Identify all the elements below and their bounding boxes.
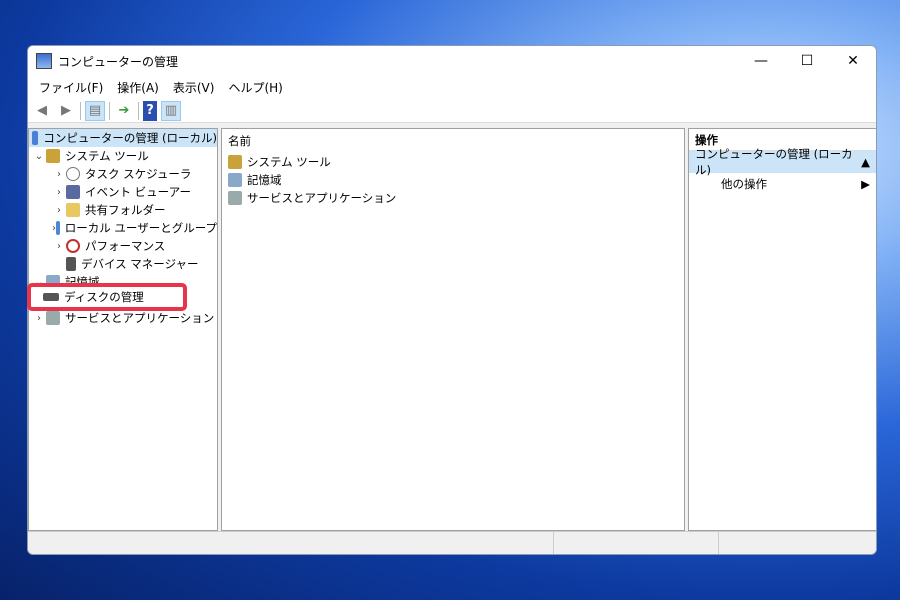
chevron-right-icon[interactable]: › (52, 187, 66, 198)
chevron-right-icon[interactable]: › (32, 313, 46, 324)
console-tree: コンピューターの管理 (ローカル) ⌄ システム ツール › タスク スケジューラ … (28, 128, 218, 531)
maximize-button[interactable]: ☐ (784, 53, 830, 69)
tools-icon (46, 149, 60, 163)
back-icon[interactable]: ◀ (32, 101, 52, 121)
storage-icon (228, 173, 242, 187)
close-button[interactable]: ✕ (830, 53, 876, 69)
item-label: システム ツール (247, 155, 331, 169)
section-label: コンピューターの管理 (ローカル) (695, 147, 853, 177)
toolbar-divider (80, 101, 81, 120)
tree-item-shared-folders[interactable]: › 共有フォルダー (29, 201, 217, 219)
users-icon (56, 221, 60, 235)
toolbar-divider (109, 101, 110, 120)
performance-icon (66, 239, 80, 253)
menu-view[interactable]: 表示(V) (166, 79, 222, 96)
list-item[interactable]: 記憶域 (222, 171, 684, 189)
chevron-down-icon[interactable]: ⌄ (32, 151, 46, 162)
clock-icon (66, 167, 80, 181)
list-item[interactable]: サービスとアプリケーション (222, 189, 684, 207)
status-bar (28, 531, 876, 554)
actions-pane: 操作 コンピューターの管理 (ローカル) ▲ 他の操作 ▶ (688, 128, 876, 531)
more-actions-label: 他の操作 (721, 177, 767, 191)
computer-icon (32, 131, 39, 145)
tree-label: サービスとアプリケーション (65, 311, 215, 325)
show-hide-action-pane-icon[interactable]: ▥ (161, 100, 181, 121)
show-hide-console-tree-icon[interactable]: ▤ (85, 100, 105, 121)
tree-label: デバイス マネージャー (81, 257, 199, 271)
tree-label: イベント ビューアー (85, 185, 192, 199)
tree-label: タスク スケジューラ (85, 167, 192, 181)
status-divider (553, 532, 554, 554)
tree-item-event-viewer[interactable]: › イベント ビューアー (29, 183, 217, 201)
tree-label: 共有フォルダー (85, 203, 166, 217)
disk-icon (43, 293, 59, 301)
tools-icon (228, 155, 242, 169)
status-divider (718, 532, 719, 554)
list-item[interactable]: システム ツール (222, 153, 684, 171)
tree-item-services[interactable]: › サービスとアプリケーション (29, 309, 217, 327)
tree-item-task-scheduler[interactable]: › タスク スケジューラ (29, 165, 217, 183)
tree-label: パフォーマンス (85, 239, 166, 253)
window-title: コンピューターの管理 (58, 54, 179, 69)
chevron-right-icon[interactable]: › (52, 241, 66, 252)
tree-item-performance[interactable]: › パフォーマンス (29, 237, 217, 255)
tree-item-device-manager[interactable]: デバイス マネージャー (29, 255, 217, 273)
help-icon[interactable]: ? (143, 100, 157, 121)
menu-action[interactable]: 操作(A) (110, 79, 166, 96)
menu-bar: ファイル(F) 操作(A) 表示(V) ヘルプ(H) (28, 76, 876, 99)
computer-management-icon (36, 53, 52, 69)
toolbar-divider (138, 101, 139, 120)
tree-label: コンピューターの管理 (ローカル) (43, 131, 217, 145)
menu-help[interactable]: ヘルプ(H) (221, 79, 289, 96)
collapse-up-icon[interactable]: ▲ (861, 155, 870, 169)
tree-item-disk-management[interactable]: ディスクの管理 (64, 289, 144, 305)
content-pane: 名前 システム ツール 記憶域 サービスとアプリケーション (221, 128, 685, 531)
tree-item-system-tools[interactable]: ⌄ システム ツール (29, 147, 217, 165)
tree-label: ローカル ユーザーとグループ (64, 221, 217, 235)
tree-item-local-users[interactable]: › ローカル ユーザーとグループ (29, 219, 217, 237)
disk-management-highlight[interactable]: ディスクの管理 (27, 283, 187, 311)
header-label: 名前 (228, 134, 251, 148)
column-header-name[interactable]: 名前 (222, 129, 684, 153)
shared-folder-icon (66, 203, 80, 217)
chevron-right-icon[interactable]: › (52, 169, 66, 180)
chevron-right-icon[interactable]: › (52, 205, 66, 216)
services-icon (46, 311, 60, 325)
export-list-icon[interactable]: ➔ (114, 101, 134, 121)
tree-item-root[interactable]: コンピューターの管理 (ローカル) (29, 129, 217, 147)
menu-file[interactable]: ファイル(F) (32, 79, 110, 96)
actions-section-computer-management[interactable]: コンピューターの管理 (ローカル) ▲ (689, 147, 876, 177)
item-label: サービスとアプリケーション (247, 191, 397, 205)
tree-label: システム ツール (65, 149, 149, 163)
device-manager-icon (66, 257, 76, 271)
event-viewer-icon (66, 185, 80, 199)
toolbar: ◀ ▶ ▤ ➔ ? ▥ (28, 99, 876, 123)
title-bar: コンピューターの管理 — ☐ ✕ (28, 46, 876, 76)
submenu-arrow-icon: ▶ (861, 177, 870, 191)
minimize-button[interactable]: — (738, 53, 784, 69)
services-icon (228, 191, 242, 205)
forward-icon[interactable]: ▶ (56, 101, 76, 121)
item-label: 記憶域 (247, 173, 282, 187)
